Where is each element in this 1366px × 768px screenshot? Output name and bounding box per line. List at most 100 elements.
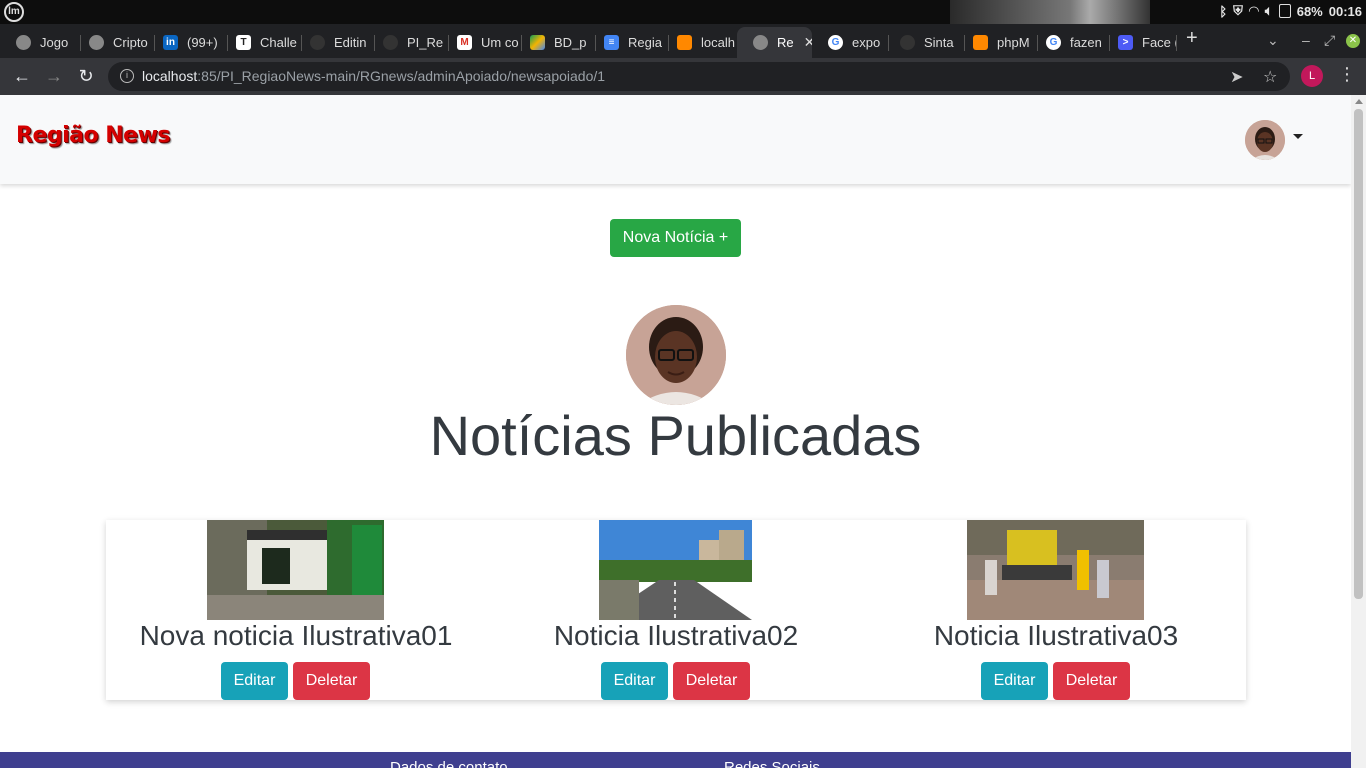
tab-drive[interactable]: BD_p <box>514 27 596 58</box>
globe-icon <box>16 35 31 50</box>
system-tray: ᛒ ⛨ ◠ 🔈︎ 68% 00:16 <box>1219 3 1362 19</box>
battery-percent: 68% <box>1296 3 1323 19</box>
delete-button[interactable]: Deletar <box>1053 662 1130 700</box>
tab-linkedin[interactable]: in (99+) <box>147 27 228 58</box>
minimize-icon[interactable]: – <box>1302 32 1310 48</box>
xampp-icon <box>973 35 988 50</box>
profile-photo <box>626 305 726 405</box>
site-info-icon[interactable]: i <box>120 69 134 83</box>
page-viewport: Região News Nova Notícia + Notícias Publ… <box>0 95 1351 768</box>
tab-label: Regia <box>628 35 662 50</box>
tab-cripto[interactable]: Cripto <box>73 27 155 58</box>
tab-label: Jogo <box>40 35 69 50</box>
github-icon <box>900 35 915 50</box>
clock[interactable]: 00:16 <box>1329 4 1362 19</box>
linux-mint-menu-icon[interactable]: lm <box>4 2 24 22</box>
delete-button[interactable]: Deletar <box>293 662 370 700</box>
tab-label: PI_Re <box>407 35 444 50</box>
new-news-button[interactable]: Nova Notícia + <box>610 219 741 257</box>
user-dropdown-caret-icon[interactable] <box>1293 134 1303 139</box>
tab-label: expo <box>852 35 881 50</box>
tab-google-fazer[interactable]: Gfazen <box>1030 27 1110 58</box>
tab-label: localh <box>701 35 735 50</box>
forward-arrow-icon[interactable]: → <box>42 64 66 88</box>
news-card: Noticia Ilustrativa02 Editar Deletar <box>486 520 866 700</box>
back-arrow-icon[interactable]: ← <box>10 64 34 88</box>
github-icon <box>310 35 325 50</box>
footer-social-heading: Redes Sociais <box>724 759 820 768</box>
bluetooth-icon[interactable]: ᛒ <box>1219 4 1227 19</box>
news-title: Nova noticia Ilustrativa01 <box>139 620 453 651</box>
tab-phpmyadmin[interactable]: phpM <box>957 27 1038 58</box>
page-title: Notícias Publicadas <box>429 404 922 467</box>
reload-icon[interactable]: ↻ <box>74 64 98 88</box>
bookmark-star-icon[interactable]: ☆ <box>1263 67 1277 87</box>
shield-icon[interactable]: ⛨ <box>1233 3 1243 19</box>
address-bar[interactable]: i localhost:85/PI_RegiaoNews-main/RGnews… <box>108 62 1290 91</box>
road-workers-photo-icon <box>967 520 1144 620</box>
close-tab-icon[interactable]: ✕ <box>804 34 812 51</box>
browser-toolbar: ← → ↻ i localhost:85/PI_RegiaoNews-main/… <box>0 58 1366 95</box>
close-window-icon[interactable]: ✕ <box>1346 34 1360 48</box>
tab-editing[interactable]: Editin <box>294 27 375 58</box>
google-icon: G <box>1046 35 1061 50</box>
tab-pi-re[interactable]: PI_Re <box>367 27 449 58</box>
news-image <box>207 520 384 620</box>
tab-label: (99+) <box>187 35 218 50</box>
url-host: localhost <box>142 68 198 84</box>
xampp-icon <box>677 35 692 50</box>
tab-label: BD_p <box>554 35 587 50</box>
wallpaper-strip <box>950 0 1150 24</box>
footer-contact-heading: Dados de contato <box>390 759 508 768</box>
news-title: Noticia Ilustrativa02 <box>553 620 799 651</box>
url-path: :85/PI_RegiaoNews-main/RGnews/adminApoia… <box>197 68 606 84</box>
tab-face[interactable]: > Face ( <box>1102 27 1177 58</box>
edit-button[interactable]: Editar <box>981 662 1048 700</box>
tab-search-chevron-icon[interactable]: ⌄ <box>1267 32 1279 49</box>
site-footer: Dados de contato Redes Sociais <box>0 752 1351 768</box>
browser-tab-strip: Jogo Cripto in (99+) T Challe Editin PI_Re… <box>0 24 1366 58</box>
tab-label: Cripto <box>113 35 148 50</box>
tab-active-regiao[interactable]: Re ✕ <box>737 27 812 58</box>
tab-label: Sinta <box>924 35 954 50</box>
tab-label: Um co <box>481 35 519 50</box>
page-scrollbar[interactable] <box>1351 95 1366 768</box>
scrollbar-thumb[interactable] <box>1354 109 1363 599</box>
tab-sintax[interactable]: Sinta <box>884 27 965 58</box>
delete-button[interactable]: Deletar <box>673 662 750 700</box>
tab-gmail[interactable]: M Um co <box>441 27 522 58</box>
url-text[interactable]: localhost:85/PI_RegiaoNews-main/RGnews/a… <box>142 68 605 84</box>
wifi-icon[interactable]: ◠ <box>1249 3 1259 19</box>
tab-challenge[interactable]: T Challe <box>220 27 302 58</box>
profile-avatar[interactable]: L <box>1301 65 1323 87</box>
os-panel: lm ᛒ ⛨ ◠ 🔈︎ 68% 00:16 <box>0 0 1366 24</box>
tab-label: Editin <box>334 35 367 50</box>
street-photo-icon <box>599 520 752 620</box>
browser-menu-icon[interactable]: ⋮ <box>1338 64 1356 85</box>
terminal-icon: > <box>1118 35 1133 50</box>
news-card: Noticia Ilustrativa03 Editar Deletar <box>866 520 1246 700</box>
tab-jogo[interactable]: Jogo <box>0 27 81 58</box>
globe-icon <box>753 35 768 50</box>
docs-icon: ≡ <box>604 35 619 50</box>
volume-icon[interactable]: 🔈︎ <box>1265 3 1273 19</box>
tab-google-export[interactable]: Gexpo <box>812 27 889 58</box>
github-icon <box>383 35 398 50</box>
battery-icon[interactable] <box>1278 4 1291 18</box>
tab-docs[interactable]: ≡ Regia <box>588 27 669 58</box>
new-tab-button[interactable]: + <box>1186 27 1198 50</box>
user-photo-icon <box>1245 120 1285 160</box>
user-avatar[interactable] <box>1245 120 1285 160</box>
restore-icon[interactable]: ⤢ <box>1324 32 1335 49</box>
site-logo[interactable]: Região News <box>16 123 171 148</box>
edit-button[interactable]: Editar <box>221 662 288 700</box>
tab-localhost[interactable]: localh <box>661 27 743 58</box>
edit-button[interactable]: Editar <box>601 662 668 700</box>
send-tab-icon[interactable]: ➤ <box>1230 67 1243 87</box>
news-image <box>967 520 1144 620</box>
tab-label: Re <box>777 35 794 50</box>
trello-icon: T <box>236 35 251 50</box>
news-list: Nova noticia Ilustrativa01 Editar Deleta… <box>106 520 1246 700</box>
news-image <box>599 520 752 620</box>
scroll-up-arrow-icon[interactable] <box>1355 99 1363 104</box>
